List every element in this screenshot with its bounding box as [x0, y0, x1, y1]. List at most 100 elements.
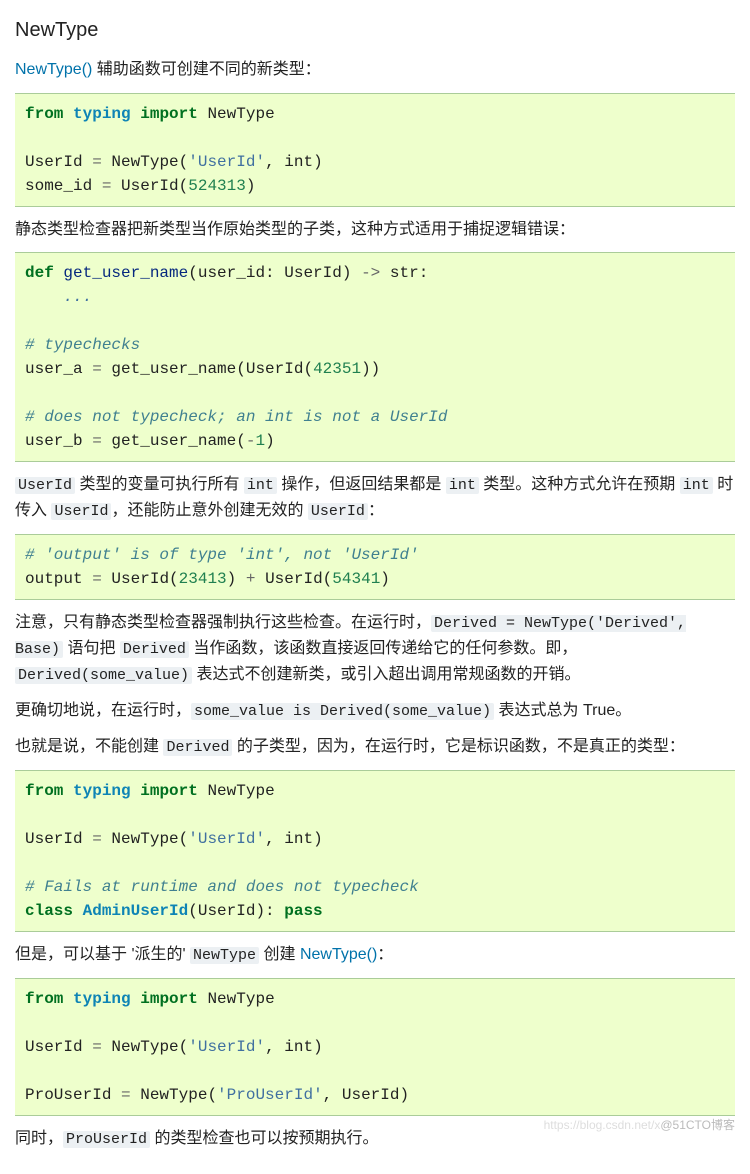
- text: 更确切地说，在运行时，: [15, 702, 191, 719]
- kw-import: import: [140, 782, 198, 800]
- kw-from: from: [25, 782, 63, 800]
- code-text: ): [227, 570, 246, 588]
- text: 类型的变量可执行所有: [75, 476, 244, 493]
- text: 语句把: [63, 640, 120, 657]
- paragraph: 但是，可以基于 '派生的' NewType 创建 NewType()：: [15, 942, 735, 968]
- code-text: UserId: [25, 1038, 92, 1056]
- inline-code: Derived(some_value): [15, 667, 192, 684]
- import-name: NewType: [207, 990, 274, 1008]
- code-text: ): [313, 1038, 323, 1056]
- code-text: UserId: [25, 830, 92, 848]
- kw-pass: pass: [284, 902, 322, 920]
- code-text: NewType(: [131, 1086, 217, 1104]
- comment: # typechecks: [25, 336, 140, 354]
- code-text: )): [361, 360, 380, 378]
- string-lit: 'UserId': [188, 1038, 265, 1056]
- code-text: NewType(: [102, 153, 188, 171]
- op-eq: =: [92, 570, 102, 588]
- op-eq: =: [92, 432, 102, 450]
- watermark: https://blog.csdn.net/x@51CTO博客: [544, 1116, 735, 1134]
- code-text: ): [313, 830, 323, 848]
- paragraph: 静态类型检查器把新类型当作原始类型的子类，这种方式适用于捕捉逻辑错误：: [15, 217, 735, 243]
- kw-class: class: [25, 902, 73, 920]
- code-text: UserId(: [255, 570, 332, 588]
- number-lit: 42351: [313, 360, 361, 378]
- newtype-link[interactable]: NewType(): [300, 946, 377, 963]
- return-type: str: [390, 264, 419, 282]
- code-block-1: from typing import NewType UserId = NewT…: [15, 93, 735, 207]
- builtin: int: [284, 830, 313, 848]
- code-text: ): [265, 432, 275, 450]
- text: 类型。这种方式允许在预期: [479, 476, 680, 493]
- text: ：: [368, 502, 384, 519]
- kw-import: import: [140, 105, 198, 123]
- import-name: NewType: [207, 782, 274, 800]
- intro-text: 辅助函数可创建不同的新类型：: [92, 61, 320, 78]
- inline-code: int: [446, 477, 479, 494]
- number-lit: 1: [255, 432, 265, 450]
- func-name: get_user_name: [54, 264, 188, 282]
- code-text: (user_id: UserId): [188, 264, 361, 282]
- newtype-link[interactable]: NewType(): [15, 61, 92, 78]
- op-eq: =: [92, 360, 102, 378]
- text: 注意，只有静态类型检查器强制执行这些检查。在运行时，: [15, 614, 431, 631]
- watermark-url: https://blog.csdn.net/x: [544, 1118, 661, 1132]
- code-text: ): [313, 153, 323, 171]
- op-eq: =: [92, 1038, 102, 1056]
- string-lit: 'UserId': [188, 153, 265, 171]
- mod-typing: typing: [73, 105, 131, 123]
- code-text: [380, 264, 390, 282]
- text: 表达式总为 True。: [494, 702, 631, 719]
- section-title: NewType: [15, 15, 735, 45]
- inline-code: Derived: [120, 641, 189, 658]
- code-text: ): [246, 177, 256, 195]
- code-text: NewType(: [102, 1038, 188, 1056]
- op-eq: =: [102, 177, 112, 195]
- code-text: user_b: [25, 432, 92, 450]
- code-block-4: from typing import NewType UserId = NewT…: [15, 770, 735, 932]
- op-eq: =: [121, 1086, 131, 1104]
- text: 但是，可以基于 '派生的': [15, 946, 190, 963]
- class-name: AdminUserId: [73, 902, 188, 920]
- inline-code: int: [680, 477, 713, 494]
- comment: # Fails at runtime and does not typechec…: [25, 878, 419, 896]
- text: 同时，: [15, 1130, 63, 1147]
- watermark-site: @51CTO博客: [660, 1118, 735, 1132]
- paragraph: UserId 类型的变量可执行所有 int 操作，但返回结果都是 int 类型。…: [15, 472, 735, 524]
- code-block-5: from typing import NewType UserId = NewT…: [15, 978, 735, 1116]
- inline-code: UserId: [308, 503, 368, 520]
- op-eq: =: [92, 830, 102, 848]
- text: 当作函数，该函数直接返回传递给它的任何参数。即，: [189, 640, 577, 657]
- code-text: get_user_name(UserId(: [102, 360, 313, 378]
- text: 的类型检查也可以按预期执行。: [150, 1130, 378, 1147]
- builtin: int: [284, 1038, 313, 1056]
- inline-code: UserId: [51, 503, 111, 520]
- mod-typing: typing: [73, 990, 131, 1008]
- number-lit: 23413: [179, 570, 227, 588]
- text: 表达式不创建新类，或引入超出调用常规函数的开销。: [192, 666, 580, 683]
- code-text: , UserId): [323, 1086, 409, 1104]
- inline-code: UserId: [15, 477, 75, 494]
- mod-typing: typing: [73, 782, 131, 800]
- text: 操作，但返回结果都是: [277, 476, 446, 493]
- comment: # 'output' is of type 'int', not 'UserId…: [25, 546, 419, 564]
- number-lit: 524313: [188, 177, 246, 195]
- inline-code: NewType: [190, 947, 259, 964]
- paragraph: 注意，只有静态类型检查器强制执行这些检查。在运行时，Derived = NewT…: [15, 610, 735, 688]
- code-text: ,: [265, 153, 284, 171]
- code-text: ,: [265, 1038, 284, 1056]
- import-name: NewType: [207, 105, 274, 123]
- text: 的子类型，因为，在运行时，它是标识函数，不是真正的类型：: [232, 738, 684, 755]
- code-text: some_id: [25, 177, 102, 195]
- op-arrow: ->: [361, 264, 380, 282]
- code-text: UserId(: [111, 177, 188, 195]
- inline-code: ProUserId: [63, 1131, 150, 1148]
- comment: # does not typecheck; an int is not a Us…: [25, 408, 447, 426]
- text: ：: [377, 946, 393, 963]
- number-lit: 54341: [332, 570, 380, 588]
- string-lit: 'UserId': [188, 830, 265, 848]
- text: ，还能防止意外创建无效的: [111, 502, 307, 519]
- code-text: UserId: [25, 153, 92, 171]
- kw-from: from: [25, 105, 63, 123]
- kw-def: def: [25, 264, 54, 282]
